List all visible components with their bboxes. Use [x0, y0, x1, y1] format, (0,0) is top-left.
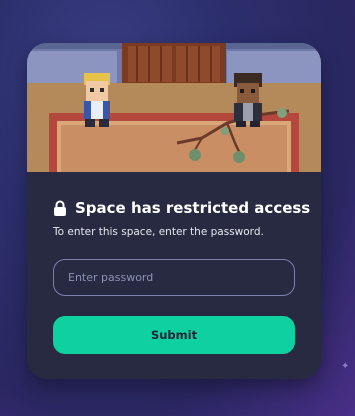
modal-title-row: Space has restricted access: [53, 199, 310, 217]
modal-title: Space has restricted access: [75, 199, 311, 217]
restricted-access-modal: Space has restricted access To enter thi…: [27, 43, 321, 379]
submit-button[interactable]: Submit: [53, 316, 295, 354]
lock-icon: [54, 200, 66, 216]
pixel-art-room-illustration: [27, 43, 321, 172]
space-preview-banner: [27, 43, 321, 172]
modal-subtitle: To enter this space, enter the password.: [53, 226, 264, 238]
sparkle-icon: ✦: [341, 361, 350, 372]
password-input[interactable]: [53, 259, 295, 296]
